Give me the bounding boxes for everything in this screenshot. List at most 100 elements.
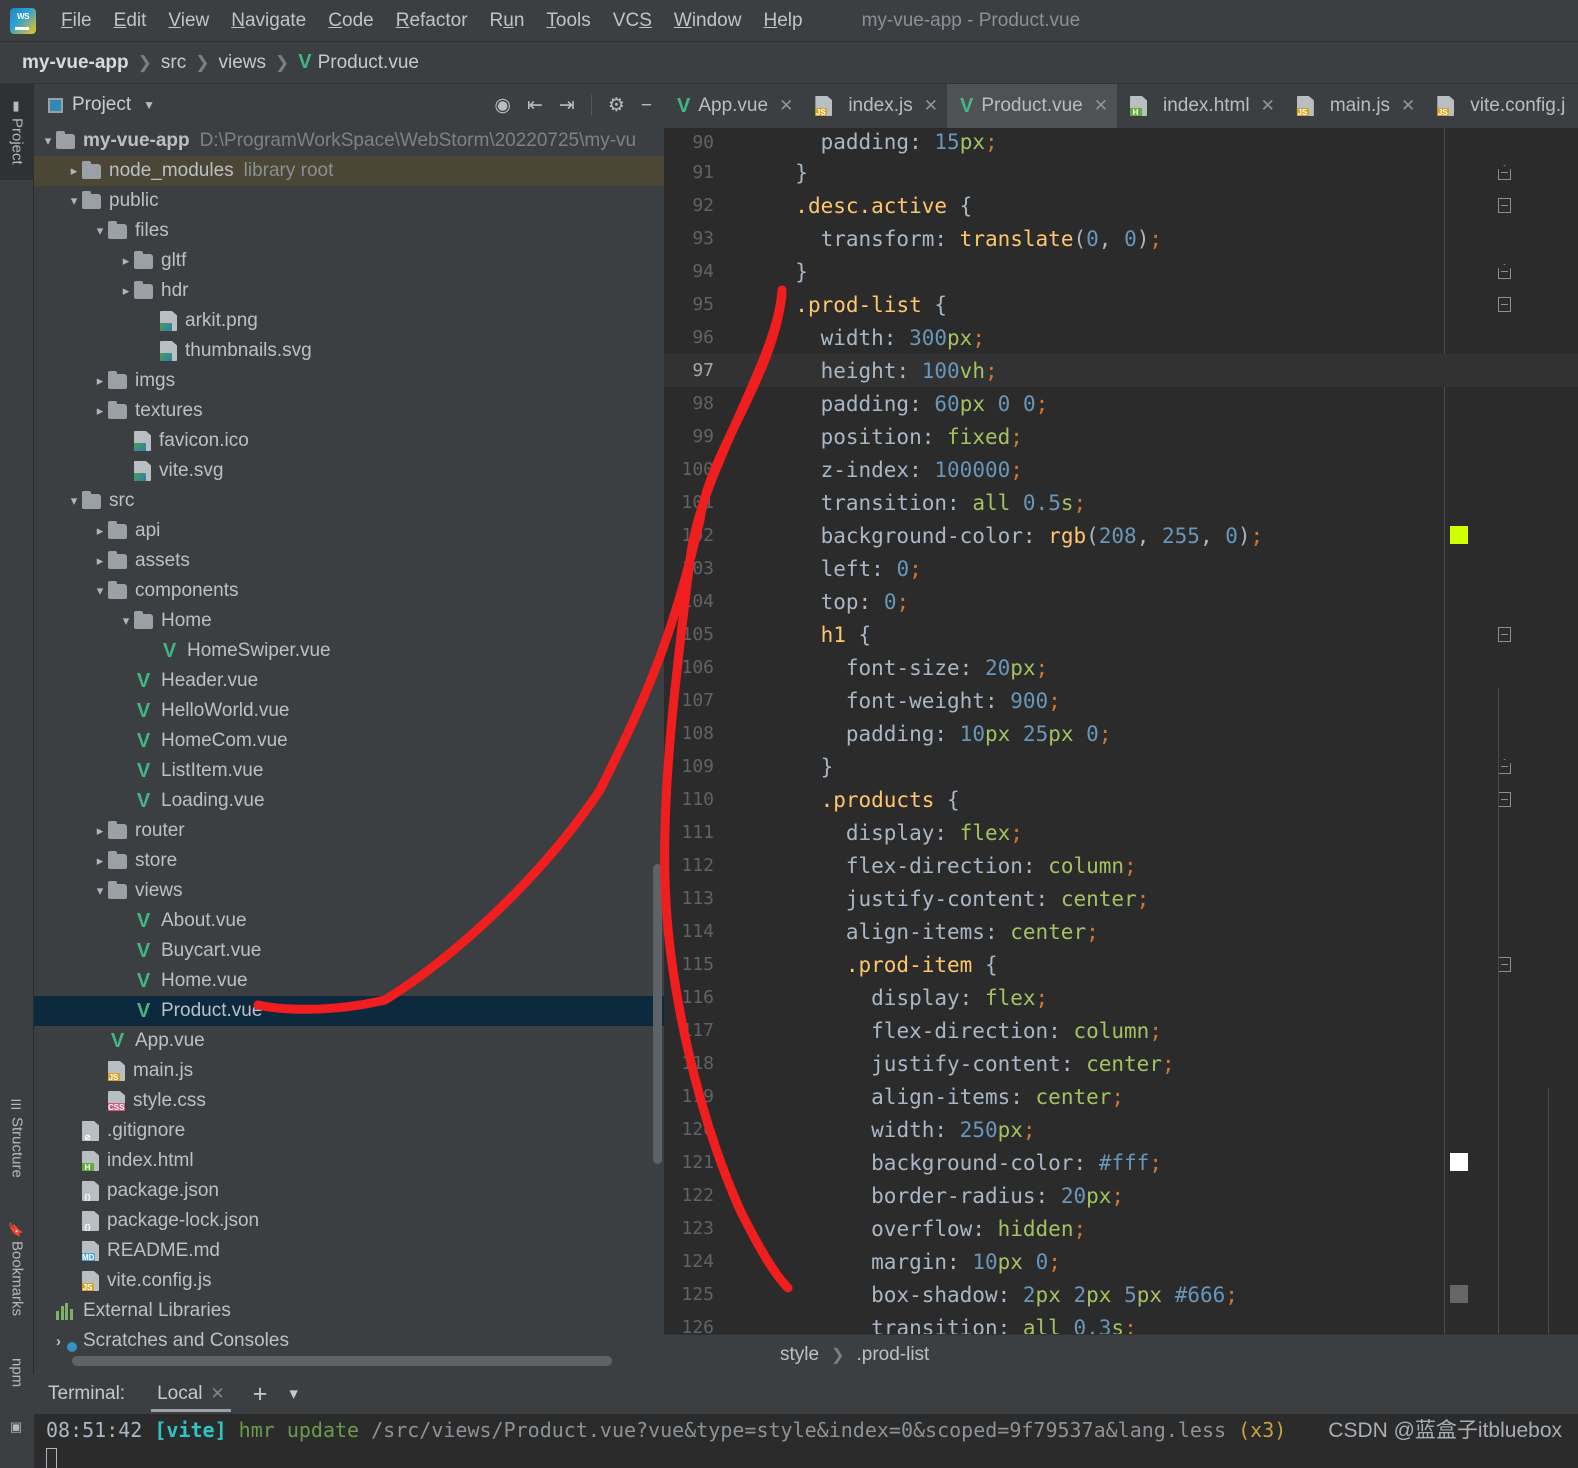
code-fold-marker[interactable]	[1498, 627, 1511, 642]
close-icon[interactable]: ✕	[1401, 96, 1415, 116]
editor-gutter[interactable]	[724, 1113, 770, 1146]
code-line[interactable]: 102 background-color: rgb(208, 255, 0);	[664, 519, 1578, 552]
tree-row[interactable]: ▸ thumbnails.svg	[34, 336, 664, 366]
editor-tab[interactable]: Hindex.html ✕	[1117, 84, 1284, 128]
chevron-right-icon[interactable]: ▸	[92, 823, 108, 839]
code-line[interactable]: 116 display: flex;	[664, 981, 1578, 1014]
code-line[interactable]: 122 border-radius: 20px;	[664, 1179, 1578, 1212]
breadcrumb-item-3[interactable]: Product.vue	[318, 52, 419, 74]
code-line[interactable]: 125 box-shadow: 2px 2px 5px #666;	[664, 1278, 1578, 1311]
chevron-right-icon[interactable]: ▸	[92, 403, 108, 419]
tree-row[interactable]: ▸ store	[34, 846, 664, 876]
chevron-right-icon[interactable]: ▸	[92, 853, 108, 869]
color-preview-swatch[interactable]	[1450, 526, 1468, 544]
chevron-right-icon[interactable]: ▸	[92, 523, 108, 539]
project-panel-vertical-scrollbar[interactable]	[653, 864, 662, 1164]
tree-row[interactable]: ▸VHome.vue	[34, 966, 664, 996]
code-fold-marker[interactable]	[1498, 297, 1511, 312]
color-preview-swatch[interactable]	[1450, 1285, 1468, 1303]
chevron-right-icon[interactable]: ▸	[118, 253, 134, 269]
tree-row[interactable]: ▸VHomeCom.vue	[34, 726, 664, 756]
menu-file[interactable]: File	[50, 8, 103, 34]
tree-row[interactable]: ▾ src	[34, 486, 664, 516]
tree-row[interactable]: ▸CSSstyle.css	[34, 1086, 664, 1116]
code-line[interactable]: 107 font-weight: 900;	[664, 684, 1578, 717]
editor-gutter[interactable]	[724, 618, 1511, 651]
close-icon[interactable]: ✕	[924, 96, 938, 116]
editor-gutter[interactable]	[724, 128, 770, 159]
tree-row[interactable]: ▸⊘.gitignore	[34, 1116, 664, 1146]
tool-window-structure[interactable]: ☰ Structure	[0, 1084, 34, 1192]
code-fold-marker[interactable]	[1498, 759, 1511, 774]
editor-gutter[interactable]	[724, 453, 770, 486]
tree-row[interactable]: ▾ Home	[34, 606, 664, 636]
tree-row[interactable]: ▸ gltf	[34, 246, 664, 276]
editor-gutter[interactable]	[724, 1245, 770, 1278]
tree-row[interactable]: ▸ textures	[34, 396, 664, 426]
tree-row[interactable]: ▸ api	[34, 516, 664, 546]
code-line[interactable]: 124 margin: 10px 0;	[664, 1245, 1578, 1278]
editor-gutter[interactable]	[724, 915, 770, 948]
code-line[interactable]: 101 transition: all 0.5s;	[664, 486, 1578, 519]
menu-run[interactable]: Run	[479, 8, 536, 34]
tree-row[interactable]: ▾ components	[34, 576, 664, 606]
code-line[interactable]: 105 h1 {	[664, 618, 1578, 651]
editor-gutter[interactable]	[724, 1014, 770, 1047]
menu-help[interactable]: Help	[752, 8, 813, 34]
menu-navigate[interactable]: Navigate	[220, 8, 317, 34]
editor-gutter[interactable]	[724, 552, 770, 585]
code-line[interactable]: 97 height: 100vh;	[664, 354, 1578, 387]
menu-edit[interactable]: Edit	[103, 8, 158, 34]
editor-gutter[interactable]	[724, 585, 770, 618]
tool-window-npm-icon-btn[interactable]: ▣	[0, 1409, 34, 1449]
code-line[interactable]: 113 justify-content: center;	[664, 882, 1578, 915]
editor-gutter[interactable]	[724, 1212, 770, 1245]
code-line[interactable]: 123 overflow: hidden;	[664, 1212, 1578, 1245]
breadcrumb-item-0[interactable]: my-vue-app	[22, 52, 129, 74]
chevron-right-icon[interactable]: ▸	[118, 283, 134, 299]
tree-row[interactable]: ▸VHomeSwiper.vue	[34, 636, 664, 666]
editor-gutter[interactable]	[724, 255, 1511, 288]
tree-row[interactable]: ▾ files	[34, 216, 664, 246]
editor-gutter[interactable]	[724, 321, 770, 354]
chevron-right-icon[interactable]: ▸	[92, 553, 108, 569]
tree-row[interactable]: ▸VBuycart.vue	[34, 936, 664, 966]
code-fold-marker[interactable]	[1498, 957, 1511, 972]
tree-row[interactable]: ▸ arkit.png	[34, 306, 664, 336]
editor-gutter[interactable]	[724, 1278, 1468, 1311]
editor-gutter[interactable]	[724, 750, 1511, 783]
locate-target-icon[interactable]: ◉	[494, 96, 511, 115]
menu-refactor[interactable]: Refactor	[385, 8, 479, 34]
tree-row-root[interactable]: ▾ my-vue-app D:\ProgramWorkSpace\WebStor…	[34, 126, 664, 156]
color-preview-swatch[interactable]	[1450, 1153, 1468, 1171]
expand-all-icon[interactable]: ⇤	[527, 96, 543, 115]
editor-gutter[interactable]	[724, 948, 1511, 981]
tree-row[interactable]: ▸VApp.vue	[34, 1026, 664, 1056]
editor-gutter[interactable]	[724, 156, 1511, 189]
close-icon[interactable]: ✕	[1261, 96, 1275, 116]
code-line[interactable]: 117 flex-direction: column;	[664, 1014, 1578, 1047]
code-line[interactable]: 114 align-items: center;	[664, 915, 1578, 948]
tree-row[interactable]: ▾ public	[34, 186, 664, 216]
code-line[interactable]: 96 width: 300px;	[664, 321, 1578, 354]
editor-gutter[interactable]	[724, 288, 1511, 321]
editor-gutter[interactable]	[724, 816, 770, 849]
code-line[interactable]: 111 display: flex;	[664, 816, 1578, 849]
code-fold-marker[interactable]	[1498, 792, 1511, 807]
chevron-right-icon[interactable]: ▸	[66, 163, 82, 179]
editor-gutter[interactable]	[724, 717, 770, 750]
code-line[interactable]: 103 left: 0;	[664, 552, 1578, 585]
editor-gutter[interactable]	[724, 882, 770, 915]
hide-panel-icon[interactable]: −	[641, 96, 652, 115]
editor-gutter[interactable]	[724, 1047, 770, 1080]
editor-gutter[interactable]	[724, 519, 1468, 552]
tree-row[interactable]: ▸JSvite.config.js	[34, 1266, 664, 1296]
code-line[interactable]: 94 }	[664, 255, 1578, 288]
editor-gutter[interactable]	[724, 189, 1511, 222]
tree-row[interactable]: ▾ views	[34, 876, 664, 906]
tool-window-npm[interactable]: npm	[0, 1342, 34, 1404]
tree-row[interactable]: ▸ assets	[34, 546, 664, 576]
editor-gutter[interactable]	[724, 684, 770, 717]
code-line[interactable]: 106 font-size: 20px;	[664, 651, 1578, 684]
code-line[interactable]: 99 position: fixed;	[664, 420, 1578, 453]
